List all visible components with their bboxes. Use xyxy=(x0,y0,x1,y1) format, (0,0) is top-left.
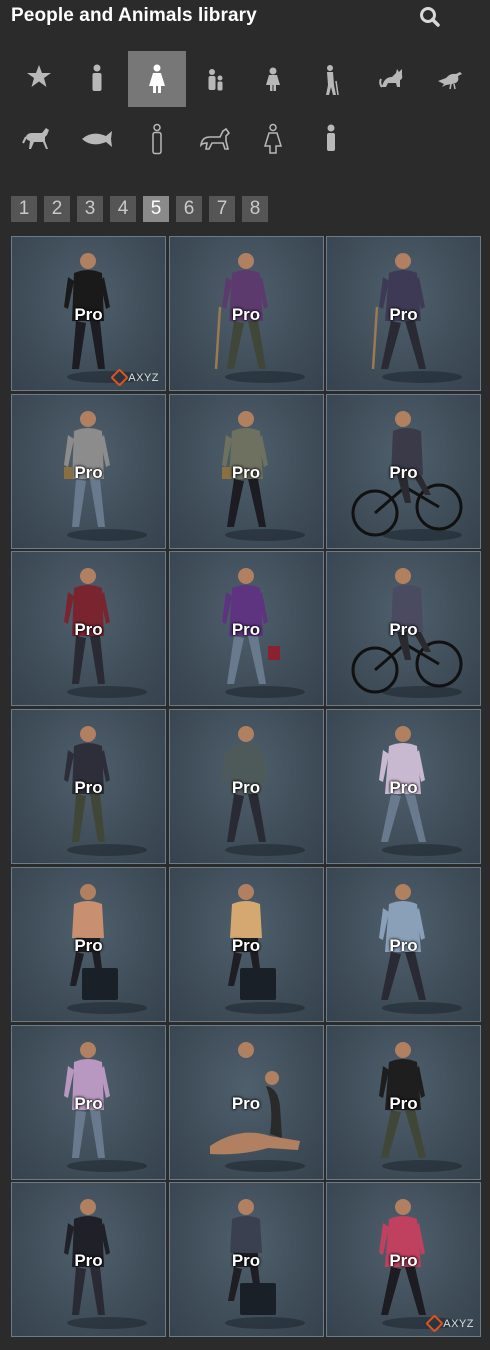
pro-badge: Pro xyxy=(74,620,103,640)
axyz-watermark-text: AXYZ xyxy=(443,1317,474,1330)
pro-badge: Pro xyxy=(74,462,103,482)
asset-tile[interactable]: Pro xyxy=(11,866,166,1022)
axyz-logo-icon xyxy=(425,1314,444,1333)
asset-tile[interactable]: Pro xyxy=(326,709,481,865)
pro-badge: Pro xyxy=(74,1093,103,1113)
asset-tile[interactable]: Pro xyxy=(11,1024,166,1180)
page-button-6[interactable]: 6 xyxy=(176,196,202,222)
category-row-1 xyxy=(0,51,490,107)
girl-icon[interactable] xyxy=(244,51,302,107)
elderly-icon[interactable] xyxy=(302,51,360,107)
asset-tile[interactable]: Pro xyxy=(326,551,481,707)
star-icon[interactable] xyxy=(10,51,68,107)
pro-badge: Pro xyxy=(389,1251,418,1271)
library-title: People and Animals library xyxy=(11,5,257,26)
asset-tile[interactable]: Pro xyxy=(168,1024,324,1180)
page-button-2[interactable]: 2 xyxy=(44,196,70,222)
pro-badge: Pro xyxy=(389,620,418,640)
asset-tile[interactable]: Pro xyxy=(168,393,324,549)
page-button-5[interactable]: 5 xyxy=(143,196,169,222)
axyz-watermark: AXYZ xyxy=(425,1314,474,1333)
asset-tile[interactable]: Pro xyxy=(168,709,324,865)
pro-badge: Pro xyxy=(231,462,261,482)
asset-tile[interactable]: Pro xyxy=(11,393,166,549)
pro-badge: Pro xyxy=(389,935,418,955)
asset-tile[interactable]: Pro xyxy=(168,866,324,1022)
man-outline-icon[interactable] xyxy=(128,111,186,167)
horse-icon[interactable] xyxy=(10,111,68,167)
person-icon[interactable] xyxy=(68,51,126,107)
pro-badge: Pro xyxy=(74,1251,103,1271)
pro-badge: Pro xyxy=(74,935,103,955)
pro-badge: Pro xyxy=(231,1093,261,1113)
category-row-2 xyxy=(0,111,490,167)
page-button-1[interactable]: 1 xyxy=(11,196,37,222)
asset-tile[interactable]: Pro xyxy=(168,551,324,707)
pro-badge: Pro xyxy=(389,1093,418,1113)
axyz-watermark: AXYZ xyxy=(110,368,159,387)
pro-badge: Pro xyxy=(74,778,103,798)
asset-tile[interactable]: Pro xyxy=(326,236,481,391)
fish-icon[interactable] xyxy=(68,111,126,167)
search-icon[interactable] xyxy=(417,4,443,30)
asset-tile[interactable]: Pro xyxy=(11,1182,166,1338)
library-header: People and Animals library xyxy=(0,0,490,32)
pro-badge: Pro xyxy=(231,1251,261,1271)
pro-badge: Pro xyxy=(231,935,261,955)
pro-badge: Pro xyxy=(231,778,261,798)
pro-badge: Pro xyxy=(231,620,261,640)
asset-tile[interactable]: Pro xyxy=(326,393,481,549)
pro-badge: Pro xyxy=(389,778,418,798)
asset-tile[interactable]: Pro xyxy=(168,236,324,391)
pro-badge: Pro xyxy=(389,462,418,482)
pro-badge: Pro xyxy=(389,305,418,324)
asset-tile[interactable]: Pro xyxy=(326,866,481,1022)
pro-badge: Pro xyxy=(231,305,261,324)
axyz-watermark-text: AXYZ xyxy=(128,371,159,384)
asset-tile[interactable]: Pro AXYZ xyxy=(326,1182,481,1338)
asset-tile[interactable]: Pro xyxy=(11,709,166,865)
asset-tile[interactable]: Pro xyxy=(168,1182,324,1338)
page-button-3[interactable]: 3 xyxy=(77,196,103,222)
page-button-7[interactable]: 7 xyxy=(209,196,235,222)
asset-tile[interactable]: Pro xyxy=(11,551,166,707)
page-button-4[interactable]: 4 xyxy=(110,196,136,222)
woman-icon[interactable] xyxy=(128,51,186,107)
child-icon[interactable] xyxy=(186,51,244,107)
cat-icon[interactable] xyxy=(362,51,420,107)
pro-badge: Pro xyxy=(74,305,103,324)
page-button-8[interactable]: 8 xyxy=(242,196,268,222)
person-small-icon[interactable] xyxy=(302,111,360,167)
bird-icon[interactable] xyxy=(420,51,478,107)
asset-tile[interactable]: Pro xyxy=(326,1024,481,1180)
dog-icon[interactable] xyxy=(186,111,244,167)
axyz-logo-icon xyxy=(110,368,129,387)
woman-outline-icon[interactable] xyxy=(244,111,302,167)
asset-tile[interactable]: Pro AXYZ xyxy=(11,236,166,391)
